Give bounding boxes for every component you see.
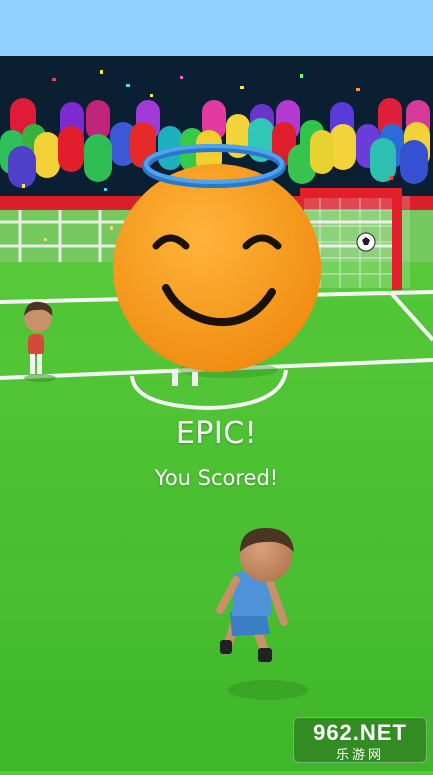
site-watermark: 962.NET 乐游网: [293, 717, 427, 763]
game-scene[interactable]: EPIC! You Scored! 962.NET 乐游网: [0, 0, 433, 771]
stadium-background: [0, 0, 433, 771]
soccer-ball-icon: [356, 232, 376, 252]
result-title: EPIC!: [175, 416, 258, 451]
watermark-brand: 962.NET: [313, 720, 407, 745]
result-subtitle: You Scored!: [154, 466, 279, 490]
watermark-subtext: 乐游网: [335, 747, 384, 762]
